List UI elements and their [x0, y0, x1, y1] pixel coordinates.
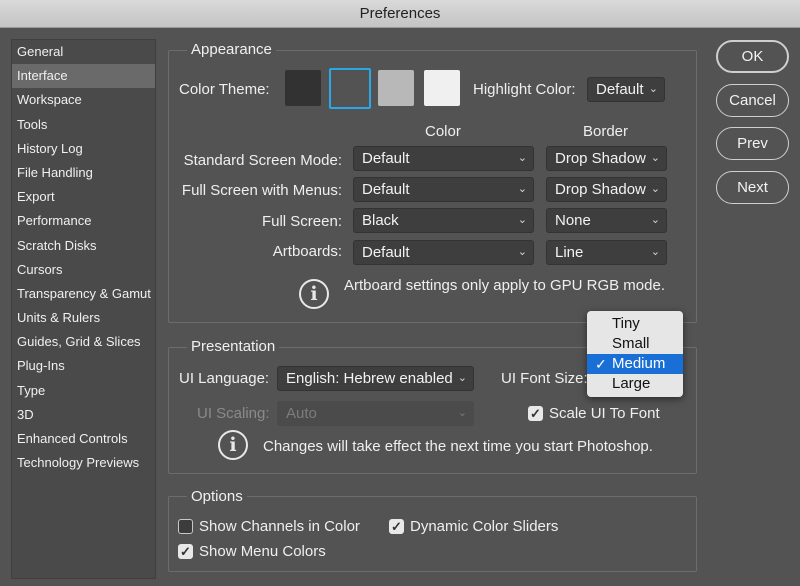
scale-ui-to-font-label: Scale UI To Font — [549, 405, 660, 422]
color-theme-label: Color Theme: — [179, 81, 270, 98]
sidebar-item-transparency-gamut[interactable]: Transparency & Gamut — [12, 282, 155, 306]
sidebar-item-performance[interactable]: Performance — [12, 209, 155, 233]
sidebar-item-3d[interactable]: 3D — [12, 403, 155, 427]
window-title: Preferences — [0, 0, 800, 28]
full-screen-menus-border-select[interactable]: Drop Shadow ⌄ — [546, 177, 667, 202]
artboards-color-value: Default — [362, 244, 410, 261]
chevron-down-icon: ⌄ — [650, 152, 660, 164]
sidebar-item-type[interactable]: Type — [12, 379, 155, 403]
full-screen-color-select[interactable]: Black ⌄ — [353, 208, 534, 233]
chevron-down-icon: ⌄ — [650, 214, 660, 226]
highlight-color-label: Highlight Color: — [473, 81, 576, 98]
column-header-border: Border — [583, 123, 629, 140]
artboards-color-select[interactable]: Default ⌄ — [353, 240, 534, 265]
ui-language-select[interactable]: English: Hebrew enabled ⌄ — [277, 366, 474, 391]
chevron-down-icon: ⌄ — [650, 183, 660, 195]
chevron-down-icon: ⌄ — [650, 246, 660, 258]
sidebar-item-units-rulers[interactable]: Units & Rulers — [12, 306, 155, 330]
dynamic-sliders-checkbox[interactable]: ✓ — [389, 519, 404, 534]
font-size-option-medium-label: Medium — [612, 355, 666, 372]
artboards-border-select[interactable]: Line ⌄ — [546, 240, 667, 265]
ui-language-label: UI Language: — [179, 370, 270, 387]
ui-font-size-label: UI Font Size: — [501, 370, 588, 387]
dynamic-sliders-label: Dynamic Color Sliders — [410, 518, 559, 535]
preferences-sidebar: General Interface Workspace Tools Histor… — [11, 39, 156, 579]
standard-screen-border-value: Drop Shadow — [555, 150, 646, 167]
font-size-option-small[interactable]: Small — [587, 334, 683, 354]
info-icon: i — [299, 279, 329, 309]
show-channels-checkbox[interactable] — [178, 519, 193, 534]
full-screen-menus-color-value: Default — [362, 181, 410, 198]
theme-swatch-darkest[interactable] — [285, 70, 321, 106]
show-menu-colors-checkbox[interactable]: ✓ — [178, 544, 193, 559]
prev-button[interactable]: Prev — [716, 127, 789, 160]
artboards-label: Artboards: — [272, 243, 342, 260]
next-button[interactable]: Next — [716, 171, 789, 204]
ok-button[interactable]: OK — [716, 40, 789, 73]
chevron-down-icon: ⌄ — [517, 183, 527, 195]
full-screen-label: Full Screen: — [261, 213, 342, 230]
column-header-color: Color — [425, 123, 461, 140]
full-screen-border-select[interactable]: None ⌄ — [546, 208, 667, 233]
full-screen-menus-color-select[interactable]: Default ⌄ — [353, 177, 534, 202]
full-screen-color-value: Black — [362, 212, 399, 229]
presentation-title: Presentation — [187, 338, 280, 355]
sidebar-item-workspace[interactable]: Workspace — [12, 88, 155, 112]
standard-screen-color-value: Default — [362, 150, 410, 167]
full-screen-menus-border-value: Drop Shadow — [555, 181, 646, 198]
font-size-option-large[interactable]: Large — [587, 374, 683, 394]
ui-language-value: English: Hebrew enabled — [286, 370, 453, 387]
appearance-title: Appearance — [187, 41, 276, 58]
presentation-note: Changes will take effect the next time y… — [263, 438, 653, 455]
full-screen-menus-label: Full Screen with Menus: — [181, 182, 342, 199]
ui-scaling-select: Auto ⌄ — [277, 401, 474, 426]
cancel-button[interactable]: Cancel — [716, 84, 789, 117]
sidebar-item-enhanced-controls[interactable]: Enhanced Controls — [12, 427, 155, 451]
options-title: Options — [187, 488, 247, 505]
checkmark-icon: ✓ — [595, 356, 607, 372]
standard-screen-border-select[interactable]: Drop Shadow ⌄ — [546, 146, 667, 171]
show-menu-colors-label: Show Menu Colors — [199, 543, 326, 560]
sidebar-item-export[interactable]: Export — [12, 185, 155, 209]
scale-ui-to-font-checkbox[interactable]: ✓ — [528, 406, 543, 421]
sidebar-item-interface[interactable]: Interface — [12, 64, 155, 89]
sidebar-item-general[interactable]: General — [12, 40, 155, 64]
chevron-down-icon: ⌄ — [517, 214, 527, 226]
artboard-note: Artboard settings only apply to GPU RGB … — [344, 277, 665, 294]
highlight-color-value: Default — [596, 81, 644, 98]
sidebar-item-cursors[interactable]: Cursors — [12, 258, 155, 282]
theme-swatch-medium[interactable] — [378, 70, 414, 106]
chevron-down-icon: ⌄ — [648, 83, 658, 95]
font-size-option-medium[interactable]: ✓ Medium — [587, 354, 683, 374]
theme-swatch-dark[interactable] — [332, 70, 368, 106]
chevron-down-icon: ⌄ — [457, 372, 467, 384]
highlight-color-select[interactable]: Default ⌄ — [587, 77, 665, 102]
sidebar-item-file-handling[interactable]: File Handling — [12, 161, 155, 185]
sidebar-item-tools[interactable]: Tools — [12, 113, 155, 137]
chevron-down-icon: ⌄ — [517, 246, 527, 258]
sidebar-item-history-log[interactable]: History Log — [12, 137, 155, 161]
chevron-down-icon: ⌄ — [457, 407, 467, 419]
sidebar-item-technology-previews[interactable]: Technology Previews — [12, 451, 155, 475]
info-icon: i — [218, 430, 248, 460]
ui-scaling-label: UI Scaling: — [197, 405, 270, 422]
ui-scaling-value: Auto — [286, 405, 317, 422]
font-size-option-tiny[interactable]: Tiny — [587, 314, 683, 334]
sidebar-item-plug-ins[interactable]: Plug-Ins — [12, 354, 155, 378]
theme-swatch-light[interactable] — [424, 70, 460, 106]
chevron-down-icon: ⌄ — [517, 152, 527, 164]
standard-screen-color-select[interactable]: Default ⌄ — [353, 146, 534, 171]
standard-screen-mode-label: Standard Screen Mode: — [183, 152, 342, 169]
ui-font-size-menu: Tiny Small ✓ Medium Large — [587, 311, 683, 397]
full-screen-border-value: None — [555, 212, 591, 229]
show-channels-label: Show Channels in Color — [199, 518, 360, 535]
sidebar-item-scratch-disks[interactable]: Scratch Disks — [12, 234, 155, 258]
sidebar-item-guides-grid-slices[interactable]: Guides, Grid & Slices — [12, 330, 155, 354]
artboards-border-value: Line — [555, 244, 584, 261]
